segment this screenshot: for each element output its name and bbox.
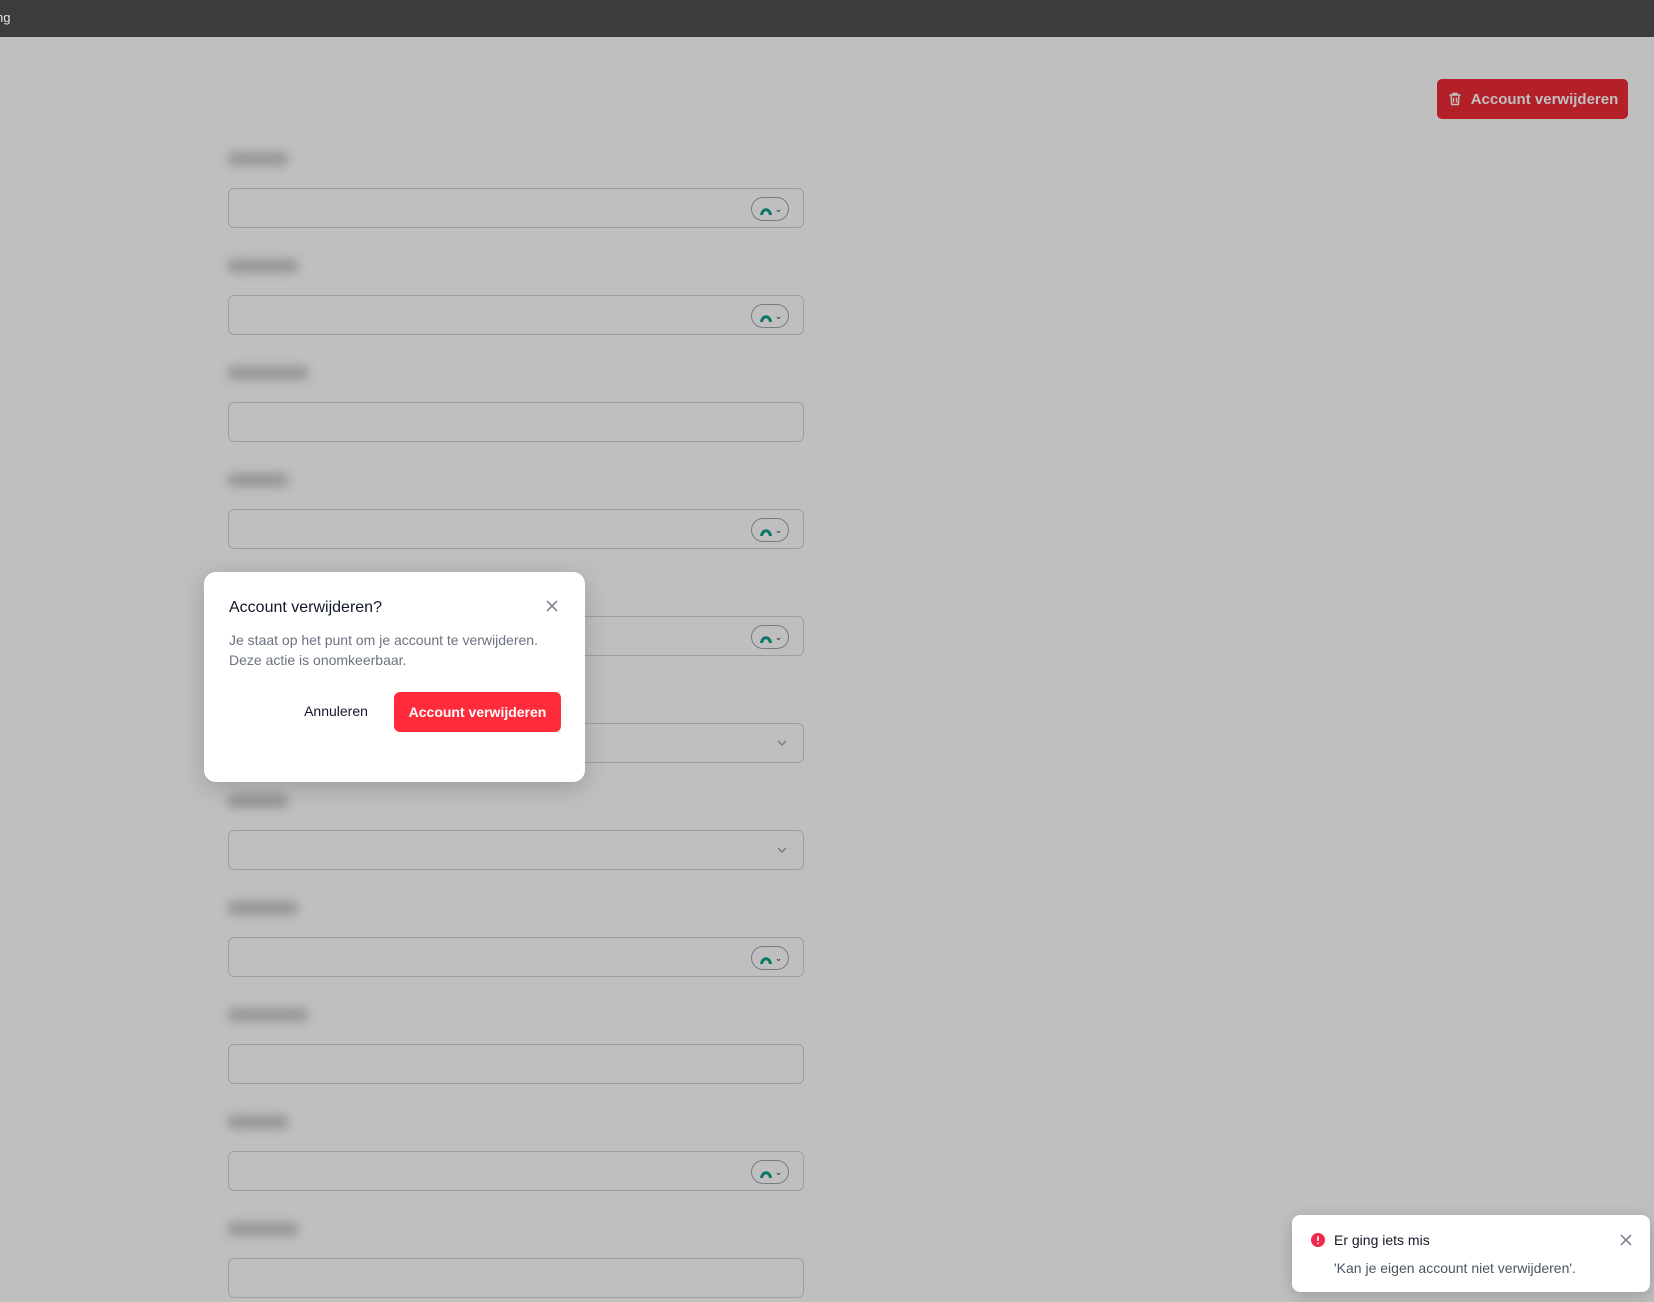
dialog-body-line-2: Deze actie is onomkeerbaar. <box>229 652 407 668</box>
confirm-delete-button[interactable]: Account verwijderen <box>394 692 561 732</box>
close-icon[interactable] <box>1619 1233 1633 1247</box>
toast-title: Er ging iets mis <box>1334 1232 1430 1248</box>
cancel-button[interactable]: Annuleren <box>296 692 376 730</box>
dialog-body: Je staat op het punt om je account te ve… <box>229 630 569 670</box>
error-circle-icon <box>1311 1233 1325 1247</box>
dialog-title: Account verwijderen? <box>229 599 382 616</box>
toast-message: 'Kan je eigen account niet verwijderen'. <box>1334 1260 1576 1276</box>
confirm-dialog: Account verwijderen? Je staat op het pun… <box>204 572 585 782</box>
title-bar: ng <box>0 0 1654 37</box>
close-icon[interactable] <box>544 598 560 614</box>
window-title: ng <box>0 10 11 25</box>
dialog-body-line-1: Je staat op het punt om je account te ve… <box>229 632 538 648</box>
error-toast: Er ging iets mis 'Kan je eigen account n… <box>1292 1215 1650 1292</box>
